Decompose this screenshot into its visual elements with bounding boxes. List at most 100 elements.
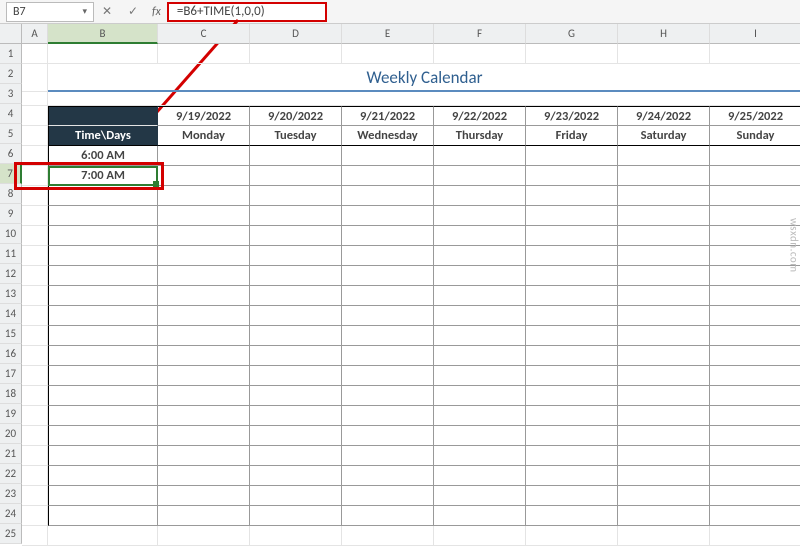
cell[interactable] bbox=[22, 64, 48, 92]
cell[interactable] bbox=[250, 206, 342, 226]
cell[interactable] bbox=[342, 446, 434, 466]
row-header[interactable]: 8 bbox=[0, 184, 22, 204]
cell[interactable] bbox=[434, 426, 526, 446]
cell[interactable] bbox=[342, 146, 434, 166]
cell[interactable] bbox=[618, 306, 710, 326]
cell[interactable] bbox=[22, 506, 48, 526]
cell[interactable] bbox=[250, 286, 342, 306]
cell[interactable] bbox=[342, 466, 434, 486]
cell[interactable] bbox=[526, 246, 618, 266]
cell[interactable] bbox=[618, 166, 710, 186]
cell[interactable] bbox=[342, 246, 434, 266]
cell[interactable] bbox=[710, 306, 800, 326]
cell[interactable] bbox=[48, 92, 800, 106]
cell[interactable] bbox=[618, 506, 710, 526]
cell[interactable] bbox=[434, 406, 526, 426]
cell[interactable] bbox=[710, 526, 800, 546]
cell[interactable] bbox=[158, 266, 250, 286]
cell[interactable] bbox=[526, 326, 618, 346]
cell[interactable] bbox=[342, 206, 434, 226]
date-header[interactable]: 9/19/2022 bbox=[158, 106, 250, 126]
cell[interactable] bbox=[434, 466, 526, 486]
col-header[interactable]: D bbox=[250, 24, 342, 44]
cell[interactable] bbox=[158, 246, 250, 266]
cell[interactable] bbox=[48, 466, 158, 486]
cell[interactable] bbox=[158, 286, 250, 306]
cell[interactable] bbox=[22, 446, 48, 466]
cell[interactable] bbox=[434, 186, 526, 206]
cell[interactable] bbox=[22, 486, 48, 506]
cell[interactable] bbox=[158, 326, 250, 346]
row-header[interactable]: 17 bbox=[0, 364, 22, 384]
date-header[interactable]: 9/25/2022 bbox=[710, 106, 800, 126]
col-header[interactable]: C bbox=[158, 24, 250, 44]
cell[interactable] bbox=[342, 526, 434, 546]
cell[interactable] bbox=[526, 346, 618, 366]
cell[interactable] bbox=[250, 246, 342, 266]
chevron-down-icon[interactable]: ▾ bbox=[82, 6, 87, 17]
cell[interactable] bbox=[48, 366, 158, 386]
cell[interactable] bbox=[342, 326, 434, 346]
cell[interactable] bbox=[618, 466, 710, 486]
cell[interactable] bbox=[48, 266, 158, 286]
cell[interactable] bbox=[22, 246, 48, 266]
cell[interactable] bbox=[48, 426, 158, 446]
cell[interactable] bbox=[710, 446, 800, 466]
row-header[interactable]: 3 bbox=[0, 84, 22, 104]
cell[interactable] bbox=[434, 146, 526, 166]
cell[interactable] bbox=[618, 526, 710, 546]
row-header[interactable]: 16 bbox=[0, 344, 22, 364]
cell[interactable] bbox=[250, 506, 342, 526]
cell[interactable] bbox=[710, 346, 800, 366]
cell[interactable] bbox=[48, 44, 158, 64]
cell[interactable] bbox=[158, 466, 250, 486]
cell[interactable] bbox=[48, 206, 158, 226]
cell[interactable] bbox=[434, 266, 526, 286]
col-header[interactable]: F bbox=[434, 24, 526, 44]
cell[interactable] bbox=[22, 346, 48, 366]
col-header[interactable]: H bbox=[618, 24, 710, 44]
row-header[interactable]: 7 bbox=[0, 164, 22, 184]
cancel-icon[interactable]: ✕ bbox=[94, 4, 120, 19]
cell[interactable] bbox=[22, 306, 48, 326]
date-header[interactable]: 9/24/2022 bbox=[618, 106, 710, 126]
cell[interactable] bbox=[710, 186, 800, 206]
col-header[interactable]: I bbox=[710, 24, 800, 44]
row-header[interactable]: 2 bbox=[0, 64, 22, 84]
cell[interactable] bbox=[710, 44, 800, 64]
row-header[interactable]: 14 bbox=[0, 304, 22, 324]
cell[interactable] bbox=[526, 306, 618, 326]
confirm-icon[interactable]: ✓ bbox=[120, 4, 146, 19]
cell[interactable] bbox=[434, 506, 526, 526]
cell[interactable] bbox=[250, 466, 342, 486]
cell[interactable] bbox=[158, 366, 250, 386]
cell[interactable] bbox=[250, 226, 342, 246]
time-days-label[interactable]: Time\Days bbox=[48, 126, 158, 146]
col-header[interactable]: E bbox=[342, 24, 434, 44]
cell[interactable] bbox=[342, 506, 434, 526]
grid[interactable]: A B C D E F G H I bbox=[22, 24, 800, 546]
day-header[interactable]: Friday bbox=[526, 126, 618, 146]
row-header[interactable]: 22 bbox=[0, 464, 22, 484]
cell[interactable] bbox=[618, 44, 710, 64]
cell[interactable] bbox=[158, 386, 250, 406]
cell[interactable] bbox=[710, 286, 800, 306]
date-header[interactable]: 9/22/2022 bbox=[434, 106, 526, 126]
row-header[interactable]: 24 bbox=[0, 504, 22, 524]
cell[interactable] bbox=[22, 206, 48, 226]
day-header[interactable]: Wednesday bbox=[342, 126, 434, 146]
cell[interactable] bbox=[710, 426, 800, 446]
cell[interactable] bbox=[48, 226, 158, 246]
row-header[interactable]: 10 bbox=[0, 224, 22, 244]
cell[interactable] bbox=[158, 206, 250, 226]
cell[interactable] bbox=[48, 186, 158, 206]
cell[interactable] bbox=[618, 346, 710, 366]
cell[interactable] bbox=[526, 44, 618, 64]
cell[interactable] bbox=[158, 146, 250, 166]
row-header[interactable]: 1 bbox=[0, 44, 22, 64]
cell[interactable] bbox=[22, 106, 48, 126]
cell[interactable] bbox=[526, 206, 618, 226]
cell[interactable] bbox=[48, 306, 158, 326]
cell[interactable] bbox=[22, 146, 48, 166]
cell[interactable] bbox=[48, 246, 158, 266]
